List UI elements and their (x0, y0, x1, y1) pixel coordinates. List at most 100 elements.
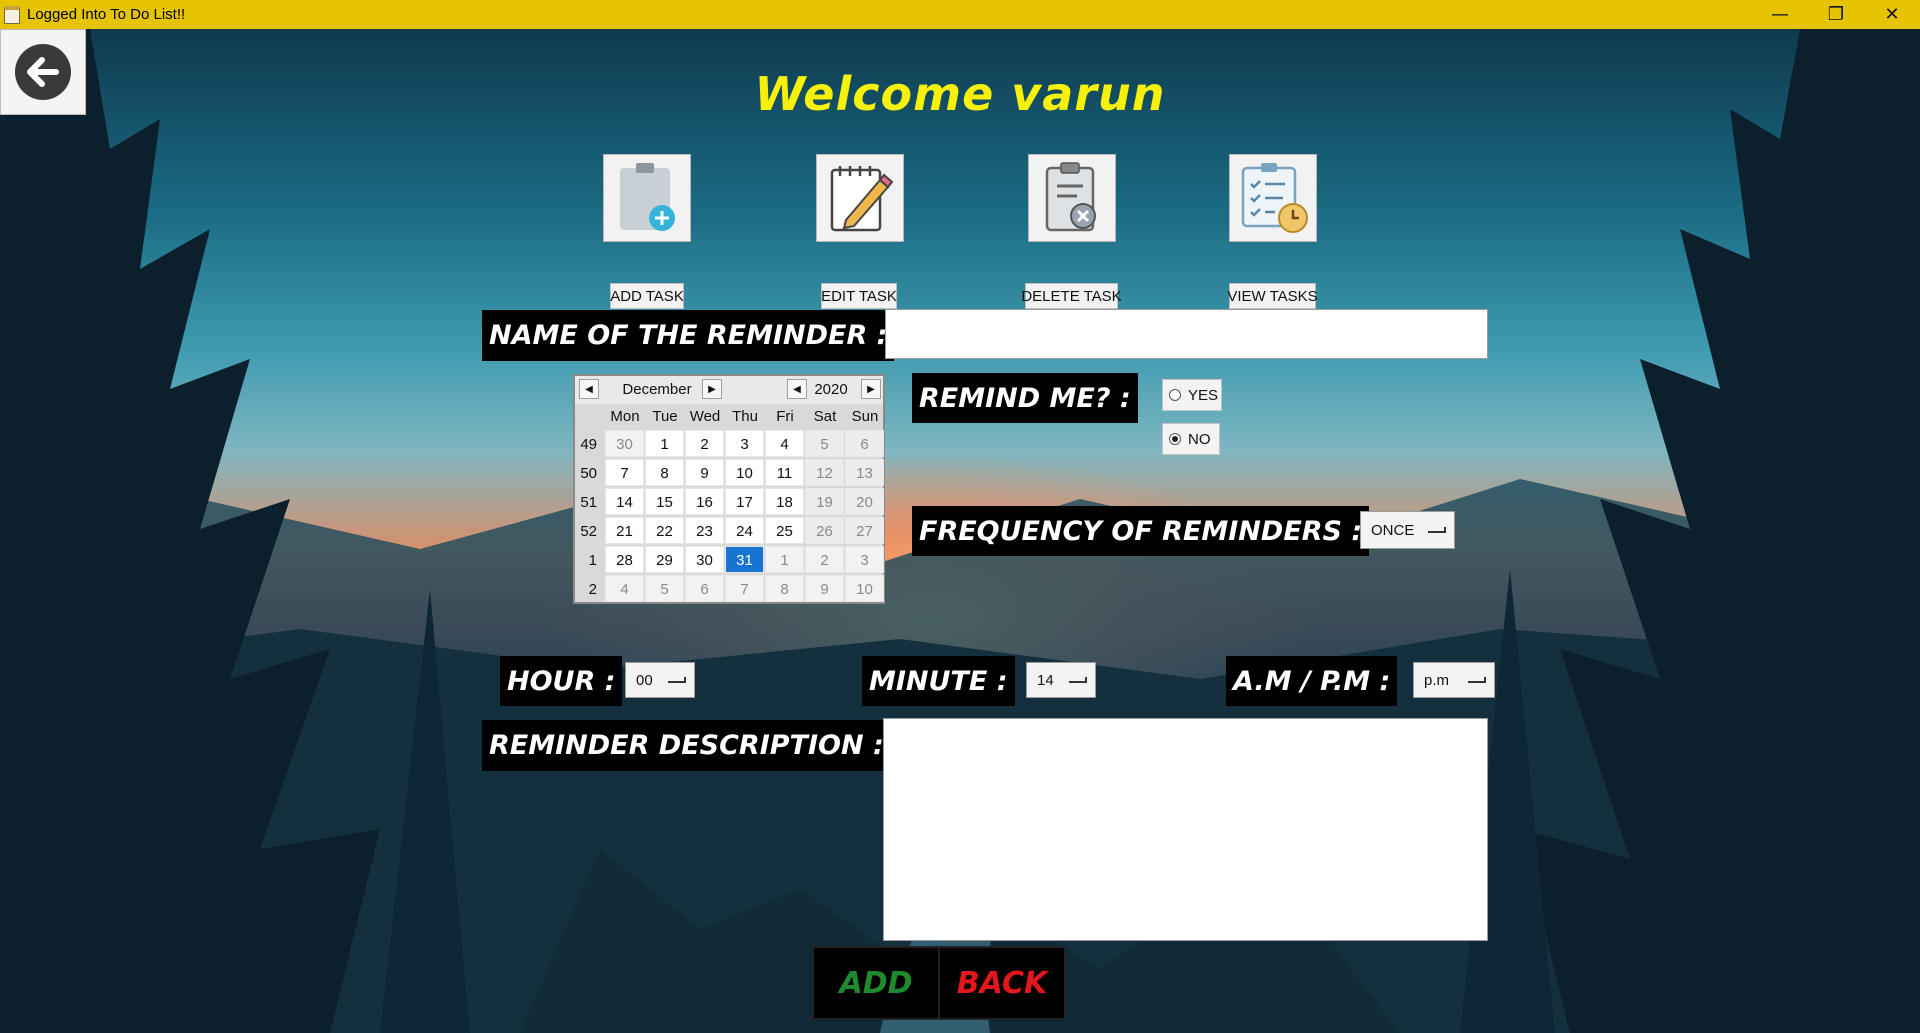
calendar-day[interactable]: 10 (845, 575, 884, 602)
calendar-day[interactable]: 28 (605, 546, 644, 573)
edit-task-button[interactable] (816, 154, 904, 242)
calendar-day[interactable]: 3 (845, 546, 884, 573)
calendar-day[interactable]: 26 (805, 517, 844, 544)
remind-yes-radio[interactable]: YES (1162, 379, 1222, 411)
edit-task-label[interactable]: EDIT TASK (821, 283, 897, 309)
calendar-day[interactable]: 1 (645, 430, 684, 457)
minute-select[interactable]: 14 (1026, 662, 1096, 698)
calendar-day[interactable]: 8 (765, 575, 804, 602)
calendar-month: December (622, 381, 692, 398)
calendar-day[interactable]: 29 (645, 546, 684, 573)
ampm-label: A.M / P.M : (1226, 656, 1398, 706)
ampm-value: p.m (1424, 671, 1450, 689)
calendar-day[interactable]: 20 (845, 488, 884, 515)
calendar-day[interactable]: 25 (765, 517, 804, 544)
description-textarea[interactable] (883, 718, 1488, 941)
reminder-name-label: NAME OF THE REMINDER : (482, 310, 895, 361)
calendar-day[interactable]: 7 (725, 575, 764, 602)
frequency-select[interactable]: ONCE (1360, 511, 1455, 549)
calendar-day[interactable]: 27 (845, 517, 884, 544)
calendar-year: 2020 (814, 381, 848, 398)
view-tasks-label[interactable]: VIEW TASKS (1227, 283, 1318, 309)
calendar-day[interactable]: 11 (765, 459, 804, 486)
calendar-day[interactable]: 4 (605, 575, 644, 602)
calendar-day[interactable]: 1 (765, 546, 804, 573)
reminder-name-input[interactable] (885, 309, 1488, 359)
calendar-day[interactable]: 17 (725, 488, 764, 515)
welcome-heading: Welcome varun (754, 67, 1166, 121)
next-year-button[interactable]: ▶ (861, 379, 881, 399)
calendar-day[interactable]: 5 (805, 430, 844, 457)
weekday-header: Sat (813, 408, 837, 425)
add-task-button[interactable] (603, 154, 691, 242)
calendar-day-selected[interactable]: 31 (725, 546, 764, 573)
add-button[interactable]: ADD (812, 946, 940, 1020)
calendar-day[interactable]: 24 (725, 517, 764, 544)
calendar-day[interactable]: 2 (685, 430, 724, 457)
remind-me-label: REMIND ME? : (912, 373, 1138, 423)
hour-label: HOUR : (500, 656, 623, 706)
remind-no-label: NO (1188, 430, 1211, 448)
minimize-button[interactable]: — (1752, 0, 1808, 29)
date-picker-calendar[interactable]: ◀ December ▶ ◀ 2020 ▶ Mon Tue Wed Thu Fr… (573, 374, 885, 604)
notepad-icon (4, 5, 20, 24)
calendar-day[interactable]: 9 (805, 575, 844, 602)
window-title: Logged Into To Do List!! (27, 6, 186, 23)
frequency-value: ONCE (1371, 521, 1415, 539)
calendar-day[interactable]: 4 (765, 430, 804, 457)
dropdown-arrow-icon (1069, 677, 1087, 683)
checklist-clock-icon (1241, 163, 1308, 233)
restore-button[interactable]: ❐ (1808, 0, 1864, 29)
delete-task-label[interactable]: DELETE TASK (1021, 283, 1122, 309)
back-button[interactable]: BACK (938, 946, 1066, 1020)
week-number: 51 (580, 494, 597, 511)
calendar-day[interactable]: 7 (605, 459, 644, 486)
calendar-day[interactable]: 2 (805, 546, 844, 573)
calendar-day[interactable]: 15 (645, 488, 684, 515)
clipboard-add-icon (620, 163, 675, 231)
main-panel: Welcome varun ADD TASK EDIT TASK DELETE … (0, 29, 1920, 1033)
calendar-day[interactable]: 14 (605, 488, 644, 515)
close-button[interactable]: ✕ (1864, 0, 1920, 29)
view-tasks-button[interactable] (1229, 154, 1317, 242)
minute-label: MINUTE : (862, 656, 1015, 706)
calendar-day[interactable]: 10 (725, 459, 764, 486)
calendar-day[interactable]: 5 (645, 575, 684, 602)
calendar-day[interactable]: 6 (845, 430, 884, 457)
calendar-day[interactable]: 6 (685, 575, 724, 602)
dropdown-arrow-icon (1428, 527, 1446, 533)
week-number: 50 (580, 465, 597, 482)
calendar-day[interactable]: 12 (805, 459, 844, 486)
remind-yes-label: YES (1188, 386, 1219, 404)
delete-task-button[interactable] (1028, 154, 1116, 242)
weekday-header: Wed (689, 408, 721, 425)
calendar-day[interactable]: 23 (685, 517, 724, 544)
next-month-button[interactable]: ▶ (702, 379, 722, 399)
hour-select[interactable]: 00 (625, 662, 695, 698)
remind-no-radio[interactable]: NO (1162, 423, 1220, 455)
calendar-day[interactable]: 13 (845, 459, 884, 486)
calendar-day[interactable]: 9 (685, 459, 724, 486)
dropdown-arrow-icon (668, 677, 686, 683)
notepad-pencil-icon (830, 166, 894, 232)
add-task-label[interactable]: ADD TASK (610, 283, 684, 309)
calendar-day[interactable]: 8 (645, 459, 684, 486)
dropdown-arrow-icon (1468, 677, 1486, 683)
calendar-day[interactable]: 21 (605, 517, 644, 544)
calendar-day[interactable]: 16 (685, 488, 724, 515)
weekday-header: Thu (732, 408, 758, 425)
prev-month-button[interactable]: ◀ (579, 379, 599, 399)
calendar-day[interactable]: 30 (685, 546, 724, 573)
calendar-day[interactable]: 22 (645, 517, 684, 544)
calendar-day[interactable]: 30 (605, 430, 644, 457)
prev-year-button[interactable]: ◀ (787, 379, 807, 399)
frequency-label: FREQUENCY OF REMINDERS : (912, 506, 1370, 556)
weekday-header: Sun (851, 408, 879, 425)
calendar-day[interactable]: 3 (725, 430, 764, 457)
minute-value: 14 (1037, 671, 1054, 689)
ampm-select[interactable]: p.m (1413, 662, 1495, 698)
calendar-day[interactable]: 18 (765, 488, 804, 515)
week-number: 2 (588, 581, 597, 598)
calendar-day[interactable]: 19 (805, 488, 844, 515)
weekday-header: Mon (610, 408, 640, 425)
